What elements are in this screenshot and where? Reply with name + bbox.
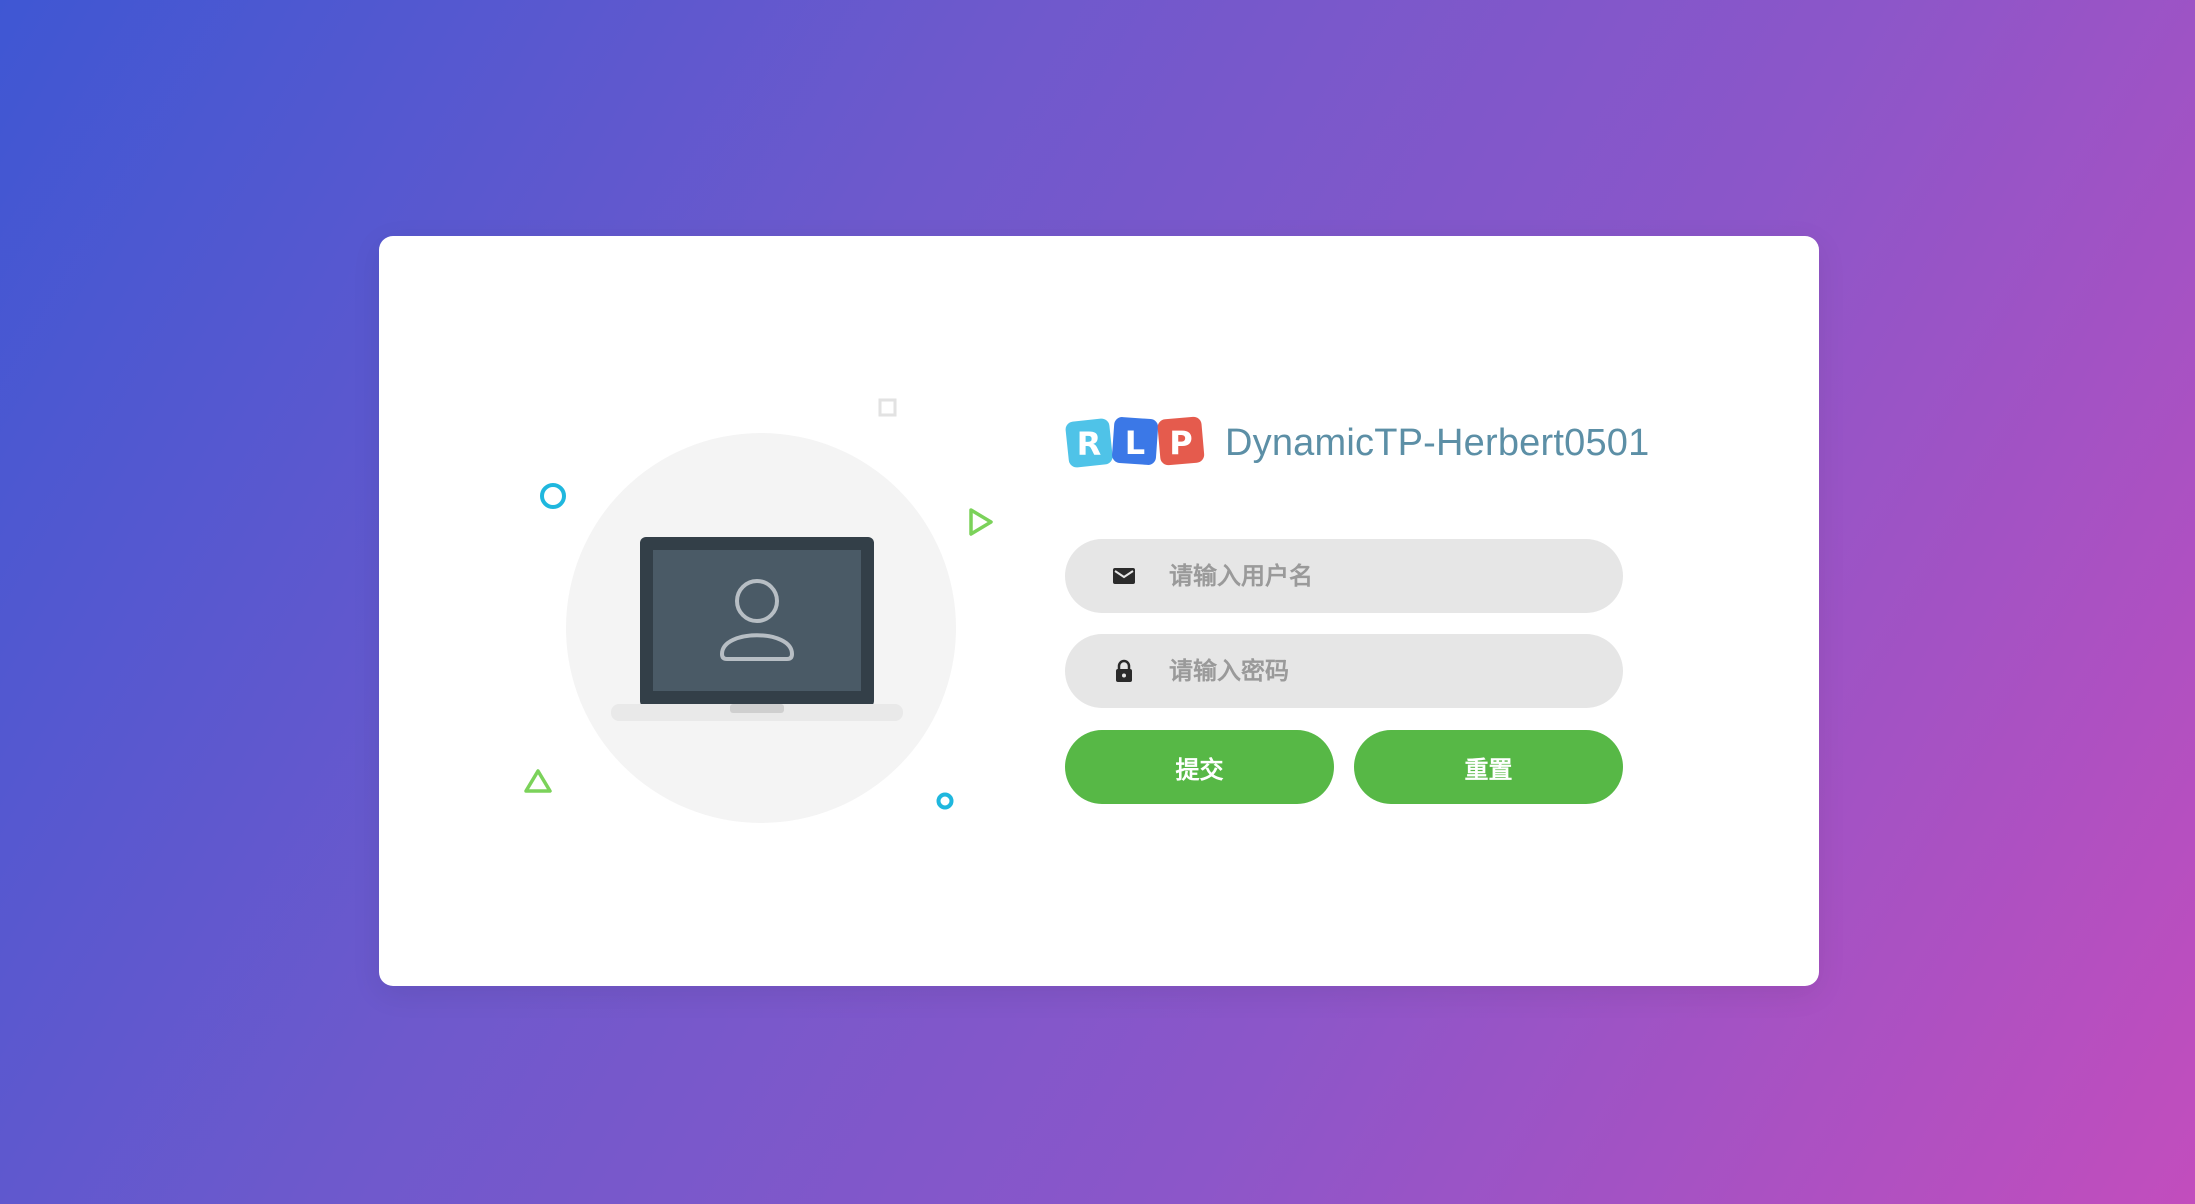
login-card: R L P DynamicTP-Herbert0501 提交 重置 [379,236,1819,986]
logo-letter-r: R [1077,425,1102,463]
decor-play-triangle-icon [969,508,993,536]
decor-triangle-icon [524,769,552,793]
decor-circle-icon [540,483,566,509]
username-input[interactable] [1167,545,1591,607]
password-input[interactable] [1167,640,1591,702]
password-field[interactable] [1065,634,1623,708]
username-field[interactable] [1065,539,1623,613]
logo-letter-p: P [1169,424,1192,462]
laptop-icon [611,537,903,721]
brand-logo: R L P [1065,416,1205,468]
reset-button[interactable]: 重置 [1354,730,1623,804]
decor-small-circle-icon [936,792,954,810]
brand-title: DynamicTP-Herbert0501 [1225,422,1650,464]
envelope-icon [1111,563,1137,589]
submit-button[interactable]: 提交 [1065,730,1334,804]
lock-icon [1111,658,1137,684]
logo-letter-l: L [1125,424,1145,462]
decor-square-icon [878,398,897,417]
